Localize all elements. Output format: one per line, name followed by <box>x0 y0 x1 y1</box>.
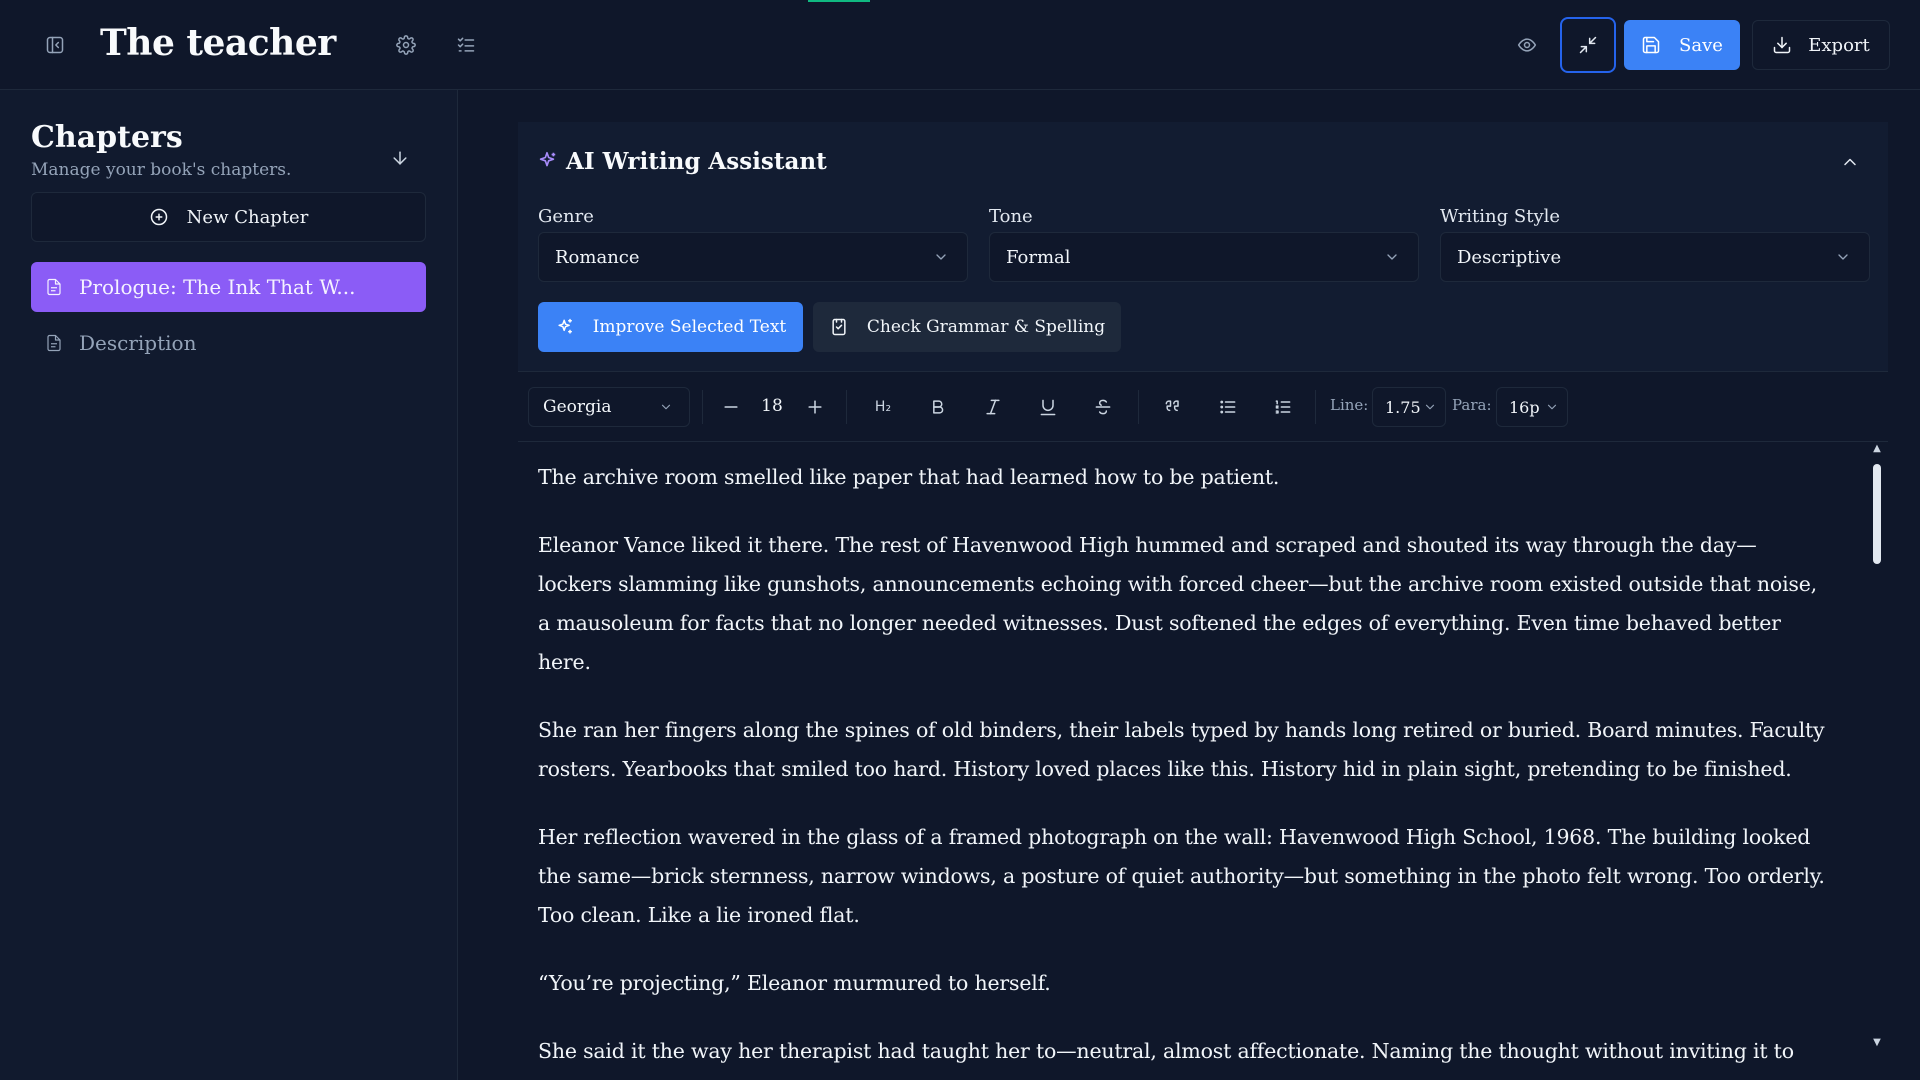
plus-icon <box>805 397 825 417</box>
paragraph[interactable]: The archive room smelled like paper that… <box>538 458 1828 497</box>
numbered-list-button[interactable] <box>1266 390 1300 424</box>
heading-button[interactable]: H₂ <box>866 390 900 424</box>
toolbar-divider <box>846 390 847 424</box>
numbered-list-icon <box>1273 397 1293 417</box>
underline-button[interactable] <box>1031 390 1065 424</box>
chapter-item-description[interactable]: Description <box>31 318 426 368</box>
book-title[interactable]: The teacher <box>100 22 336 64</box>
writing-style-select[interactable]: Descriptive <box>1440 232 1870 282</box>
preview-eye-icon[interactable] <box>1516 34 1538 56</box>
chevron-down-icon <box>1835 249 1851 265</box>
paragraph[interactable]: She ran her fingers along the spines of … <box>538 711 1828 789</box>
chevron-down-icon <box>1423 400 1437 414</box>
settings-icon[interactable] <box>395 34 417 56</box>
heading-icon: H₂ <box>874 399 892 415</box>
chevron-down-icon <box>1545 400 1559 414</box>
paragraph-spacing-value: 16p <box>1509 397 1540 417</box>
chevron-down-icon <box>659 400 673 414</box>
toolbar-divider <box>1138 390 1139 424</box>
bullet-list-icon <box>1218 397 1238 417</box>
tone-select[interactable]: Formal <box>989 232 1419 282</box>
chapter-label: Prologue: The Ink That W... <box>79 275 356 299</box>
font-family-value: Georgia <box>543 397 612 417</box>
increase-font-size-button[interactable] <box>798 390 832 424</box>
quote-button[interactable] <box>1156 390 1190 424</box>
chevron-down-icon <box>933 249 949 265</box>
outline-list-icon[interactable] <box>455 34 477 56</box>
font-family-select[interactable]: Georgia <box>528 387 690 427</box>
new-chapter-label: New Chapter <box>186 206 309 228</box>
scrollbar-thumb[interactable] <box>1873 464 1881 564</box>
chapter-item-prologue[interactable]: Prologue: The Ink That W... <box>31 262 426 312</box>
genre-label: Genre <box>538 206 594 227</box>
editor-scrollbar[interactable]: ▲ ▼ <box>1870 444 1884 1048</box>
editor-content[interactable]: The archive room smelled like paper that… <box>518 442 1888 1080</box>
download-icon <box>1772 35 1792 55</box>
minus-icon <box>721 397 741 417</box>
top-bar: The teacher Save Export <box>0 0 1920 90</box>
strikethrough-button[interactable] <box>1086 390 1120 424</box>
paragraph-spacing-select[interactable]: 16p <box>1496 387 1568 427</box>
tone-value: Formal <box>1006 246 1071 268</box>
toolbar-divider <box>1315 390 1316 424</box>
bold-icon <box>928 397 948 417</box>
line-height-label: Line: <box>1330 396 1369 414</box>
assistant-title: AI Writing Assistant <box>566 148 827 175</box>
minimize-icon <box>1578 35 1598 55</box>
save-icon <box>1641 35 1661 55</box>
bullet-list-button[interactable] <box>1211 390 1245 424</box>
sparkles-icon <box>555 317 575 337</box>
document-icon <box>45 278 63 296</box>
improve-label: Improve Selected Text <box>592 317 787 337</box>
scroll-up-arrow-icon[interactable]: ▲ <box>1871 444 1883 454</box>
decrease-font-size-button[interactable] <box>714 390 748 424</box>
plus-circle-icon <box>149 207 169 227</box>
grammar-label: Check Grammar & Spelling <box>866 317 1106 337</box>
sidebar-subtitle: Manage your book's chapters. <box>31 160 292 180</box>
sparkles-icon <box>536 150 558 172</box>
chapters-sidebar: Chapters Manage your book's chapters. Ne… <box>0 90 458 1080</box>
italic-icon <box>983 397 1003 417</box>
chevron-up-icon[interactable] <box>1840 152 1860 172</box>
genre-select[interactable]: Romance <box>538 232 968 282</box>
sidebar-toggle-icon[interactable] <box>44 34 66 56</box>
document-icon <box>45 334 63 352</box>
sidebar-title: Chapters <box>31 120 183 155</box>
formatting-toolbar: Georgia 18 H₂ Line: 1.75 Para: 16p <box>518 372 1888 442</box>
paragraph[interactable]: “You’re projecting,” Eleanor murmured to… <box>538 964 1828 1003</box>
new-chapter-button[interactable]: New Chapter <box>31 192 426 242</box>
improve-selected-text-button[interactable]: Improve Selected Text <box>538 302 803 352</box>
tone-label: Tone <box>989 206 1033 227</box>
underline-icon <box>1038 397 1058 417</box>
loading-indicator <box>808 0 870 2</box>
paragraph-spacing-label: Para: <box>1452 396 1492 414</box>
save-label: Save <box>1679 34 1723 56</box>
writing-style-label: Writing Style <box>1440 206 1561 227</box>
export-label: Export <box>1808 34 1870 56</box>
editor-main: AI Writing Assistant Genre Romance Tone … <box>518 122 1888 1080</box>
chapter-label: Description <box>79 331 197 355</box>
chevron-down-icon <box>1384 249 1400 265</box>
paragraph[interactable]: Her reflection wavered in the glass of a… <box>538 818 1828 935</box>
paragraph[interactable]: Eleanor Vance liked it there. The rest o… <box>538 526 1828 682</box>
strikethrough-icon <box>1093 397 1113 417</box>
genre-value: Romance <box>555 246 640 268</box>
font-size-value[interactable]: 18 <box>752 396 792 416</box>
italic-button[interactable] <box>976 390 1010 424</box>
arrow-down-icon[interactable] <box>388 146 412 170</box>
save-button[interactable]: Save <box>1624 20 1740 70</box>
quote-icon <box>1163 397 1183 417</box>
clipboard-check-icon <box>829 317 849 337</box>
export-button[interactable]: Export <box>1752 20 1890 70</box>
line-height-value: 1.75 <box>1385 397 1421 417</box>
toolbar-divider <box>702 390 703 424</box>
check-grammar-button[interactable]: Check Grammar & Spelling <box>813 302 1121 352</box>
paragraph[interactable]: She said it the way her therapist had ta… <box>538 1032 1828 1080</box>
scroll-down-arrow-icon[interactable]: ▼ <box>1871 1038 1883 1048</box>
bold-button[interactable] <box>921 390 955 424</box>
line-height-select[interactable]: 1.75 <box>1372 387 1446 427</box>
writing-style-value: Descriptive <box>1457 246 1562 268</box>
ai-writing-assistant-panel: AI Writing Assistant Genre Romance Tone … <box>518 122 1888 372</box>
exit-fullscreen-button[interactable] <box>1560 17 1616 73</box>
